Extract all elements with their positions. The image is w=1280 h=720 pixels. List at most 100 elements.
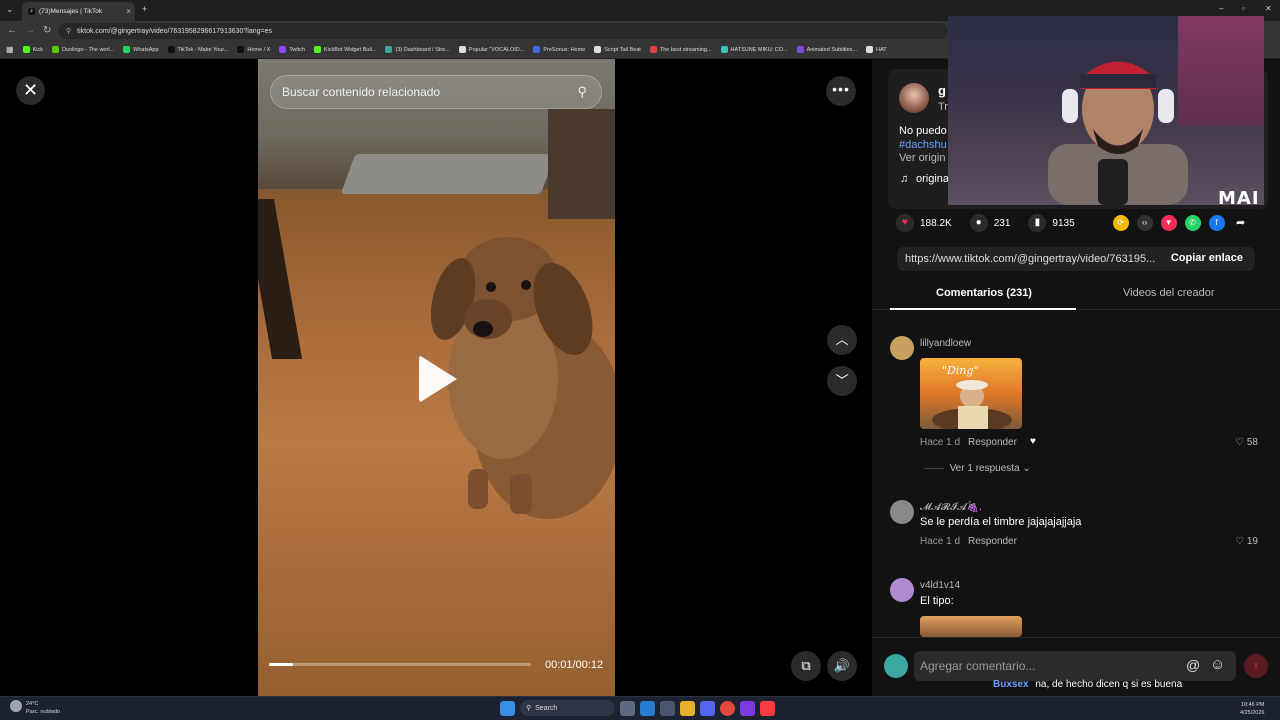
creator-username[interactable]: g <box>938 83 946 98</box>
bookmark-item[interactable]: Twitch <box>279 46 305 53</box>
bookmark-item[interactable]: HATSUNE MIKU: CO... <box>720 46 788 53</box>
share-arrow-icon[interactable]: ➦ <box>1233 215 1249 231</box>
post-comment-button[interactable]: ↑ <box>1244 654 1268 678</box>
mention-icon[interactable]: @ <box>1186 657 1200 673</box>
copy-link-button[interactable]: Copiar enlace <box>1171 252 1243 264</box>
creator-subline: Tr <box>938 101 948 113</box>
bookmark-item[interactable]: Script Tail Beat <box>594 46 641 53</box>
heart-outline-icon: ♡ <box>1235 437 1247 448</box>
chevron-down-icon: ﹀ <box>835 373 849 388</box>
see-original-link[interactable]: Ver origin <box>899 152 945 164</box>
comment-avatar[interactable] <box>890 500 914 524</box>
post-hashtag[interactable]: #dachshu <box>899 139 947 151</box>
task-view-icon[interactable] <box>620 700 635 716</box>
bookmark-label: HATSUNE MIKU: CO... <box>730 46 788 53</box>
bookmark-item[interactable]: (3) Dashboard / Stre... <box>385 46 450 53</box>
bookmark-item[interactable]: Animated Subtitles... <box>796 46 857 53</box>
weather-widget[interactable]: 24°C Parc. nublado <box>10 700 60 716</box>
back-icon[interactable]: ← <box>7 25 17 36</box>
view-replies-toggle[interactable]: —— Ver 1 respuesta ⌄ <box>924 463 1031 474</box>
comment-stat[interactable]: ● 231 <box>969 214 1010 232</box>
comment-like-count: 19 <box>1246 536 1258 547</box>
start-icon[interactable] <box>500 700 515 716</box>
comment-like[interactable]: ♡ 58 <box>1235 437 1258 448</box>
comment-gif-image[interactable]: "Ding" <box>920 358 1022 429</box>
close-icon: ✕ <box>22 80 39 100</box>
creator-avatar[interactable] <box>899 83 929 113</box>
facebook-icon[interactable]: f <box>1208 215 1225 231</box>
comment-username[interactable]: 𝓜𝓐𝓡𝓘𝓐🍇. <box>920 502 982 513</box>
taskbar-search[interactable]: ⚲ Search <box>520 700 615 716</box>
more-options-button[interactable]: ••• <box>826 76 856 106</box>
window-close-icon[interactable]: ✕ <box>1265 4 1272 13</box>
comment-username[interactable]: lillyandloew <box>920 338 971 349</box>
bookmark-item[interactable]: The best streaming... <box>649 46 712 53</box>
video-player[interactable]: Buscar contenido relacionado ⚲ 00:01/00:… <box>258 59 615 696</box>
bookmark-label: KickBot Widget Buil... <box>323 46 377 53</box>
volume-button[interactable]: 🔊 <box>827 651 857 681</box>
forward-icon[interactable]: → <box>25 25 35 36</box>
reload-icon[interactable]: ↻ <box>43 25 51 36</box>
comment-avatar[interactable] <box>890 336 914 360</box>
play-icon[interactable] <box>419 355 457 403</box>
file-explorer-icon[interactable] <box>680 700 695 716</box>
emoji-icon[interactable]: ☺ <box>1210 656 1225 673</box>
tab-creator-videos[interactable]: Videos del creador <box>1123 287 1215 299</box>
comment-like[interactable]: ♡ 19 <box>1235 536 1258 547</box>
settings-icon[interactable] <box>660 700 675 716</box>
whatsapp-icon[interactable]: ✆ <box>1184 215 1201 231</box>
discord-icon[interactable] <box>700 700 715 716</box>
comment-gif-image[interactable] <box>920 616 1022 637</box>
bookmark-item[interactable]: Duolingo - The worl... <box>51 46 114 53</box>
repost-icon[interactable]: ⟳ <box>1112 215 1129 231</box>
webcam-overlay: MAI <box>948 16 1264 205</box>
video-progress-bar[interactable] <box>269 663 531 666</box>
bookmark-favicon-icon <box>123 46 131 53</box>
reply-button[interactable]: Responder <box>968 536 1017 547</box>
save-stat[interactable]: ▮ 9135 <box>1028 214 1075 232</box>
related-search-input[interactable]: Buscar contenido relacionado ⚲ <box>270 75 602 109</box>
comment-avatar[interactable] <box>890 578 914 602</box>
chrome-icon[interactable] <box>720 700 735 716</box>
bookmark-item[interactable]: Popular "VOCALOID... <box>458 46 524 53</box>
bookmark-favicon-icon <box>237 46 245 53</box>
browser-tab[interactable]: ♪ (73)Mensajes | TikTok × <box>22 2 135 21</box>
site-info-icon[interactable]: ⚲ <box>66 27 71 35</box>
minimize-icon[interactable]: – <box>1219 4 1223 13</box>
tab-list-icon[interactable]: ⌄ <box>6 4 14 15</box>
edge-icon[interactable] <box>640 700 655 716</box>
bookmark-item[interactable]: TikTok - Make Your... <box>167 46 228 53</box>
comment-time: Hace 1 d <box>920 536 961 547</box>
bookmark-item[interactable]: PreSonus: Home <box>533 46 585 53</box>
like-stat[interactable]: ♥ 188.2K <box>896 214 952 232</box>
next-video-button[interactable]: ﹀ <box>827 366 857 396</box>
ding-gif-illustration: "Ding" <box>932 364 1012 429</box>
tab-comments[interactable]: Comentarios (231) <box>936 287 1032 299</box>
obs-icon[interactable] <box>740 700 755 716</box>
close-button[interactable]: ✕ <box>16 76 45 105</box>
share-link-field[interactable]: https://www.tiktok.com/@gingertray/video… <box>897 247 1255 271</box>
bookmark-item[interactable]: WhatsApp <box>123 46 159 53</box>
system-clock[interactable]: 10:46 PM 4/25/2026 <box>1240 701 1264 717</box>
music-icon: ♫ <box>900 173 909 185</box>
my-avatar[interactable] <box>884 654 908 678</box>
search-icon[interactable]: ⚲ <box>577 84 587 100</box>
music-app-icon[interactable] <box>760 700 775 716</box>
bookmark-item[interactable]: Kick <box>22 46 43 53</box>
reply-button[interactable]: Responder <box>968 437 1017 448</box>
url-field[interactable]: ⚲ tiktok.com/@gingertray/video/763195829… <box>58 23 948 39</box>
sound-name[interactable]: origina <box>916 173 949 185</box>
previous-video-button[interactable]: ︿ <box>827 325 857 355</box>
maximize-icon[interactable]: ▫ <box>1242 4 1245 13</box>
url-text: tiktok.com/@gingertray/video/76319582966… <box>77 27 273 35</box>
comment-username[interactable]: v4ld1v14 <box>920 580 960 591</box>
embed-icon[interactable]: ‹› <box>1136 215 1153 231</box>
tab-close-icon[interactable]: × <box>126 7 131 16</box>
send-to-friends-icon[interactable]: ▼ <box>1160 215 1177 231</box>
bookmark-item[interactable]: KickBot Widget Buil... <box>313 46 377 53</box>
bookmark-item[interactable]: Home / X <box>237 46 270 53</box>
new-tab-button[interactable]: + <box>142 4 147 14</box>
bookmark-item[interactable]: HAT <box>866 46 887 53</box>
floating-player-button[interactable]: ⧉ <box>791 651 821 681</box>
apps-grid-icon[interactable]: ▦ <box>6 45 14 54</box>
